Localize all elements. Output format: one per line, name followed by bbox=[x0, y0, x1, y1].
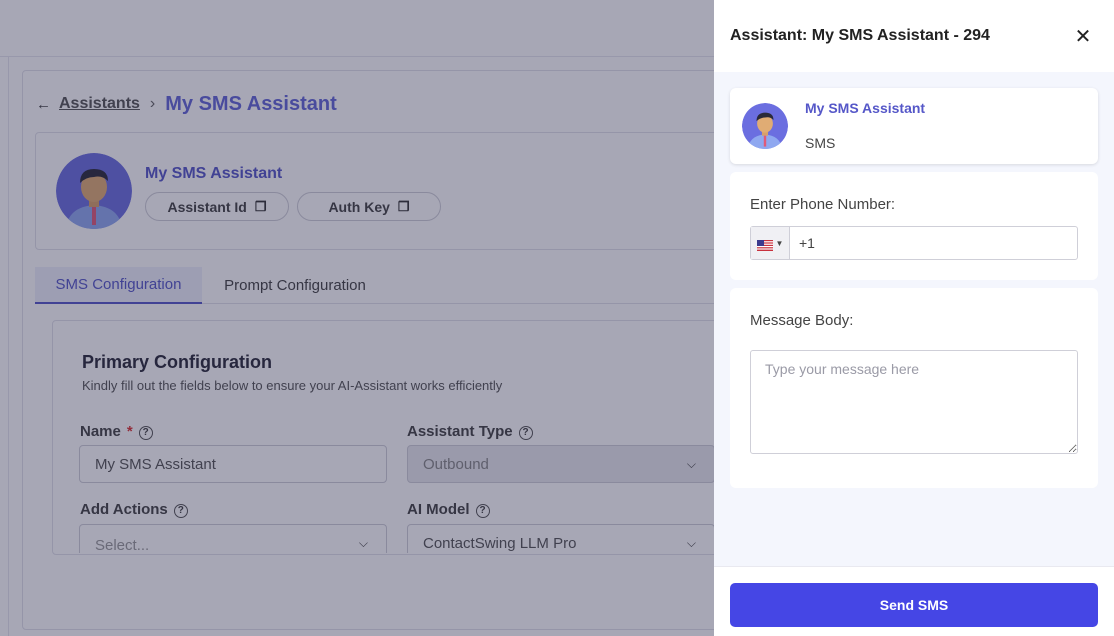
message-body-section: Message Body: bbox=[730, 288, 1098, 488]
us-flag-icon bbox=[756, 238, 773, 251]
drawer-footer: Send SMS bbox=[714, 566, 1114, 636]
drawer-header: Assistant: My SMS Assistant - 294 ✕ bbox=[714, 0, 1114, 72]
avatar bbox=[742, 103, 788, 149]
caret-down-icon: ▼ bbox=[775, 238, 784, 248]
phone-number-label: Enter Phone Number: bbox=[750, 196, 896, 213]
message-body-label: Message Body: bbox=[750, 312, 854, 329]
country-code-select[interactable]: ▼ bbox=[751, 227, 790, 259]
phone-number-section: Enter Phone Number: ▼ +1 bbox=[730, 172, 1098, 280]
send-sms-button[interactable]: Send SMS bbox=[730, 583, 1098, 627]
assistant-name: My SMS Assistant bbox=[805, 100, 926, 116]
send-sms-drawer: Assistant: My SMS Assistant - 294 ✕ My S… bbox=[714, 0, 1114, 636]
phone-number-input[interactable]: ▼ +1 bbox=[750, 226, 1078, 260]
phone-number-value: +1 bbox=[799, 235, 815, 251]
close-icon[interactable]: ✕ bbox=[1072, 26, 1094, 48]
assistant-type: SMS bbox=[805, 135, 836, 151]
drawer-title: Assistant: My SMS Assistant - 294 bbox=[730, 27, 990, 44]
assistant-summary-card: My SMS Assistant SMS bbox=[730, 88, 1098, 164]
message-body-textarea[interactable] bbox=[750, 350, 1078, 454]
